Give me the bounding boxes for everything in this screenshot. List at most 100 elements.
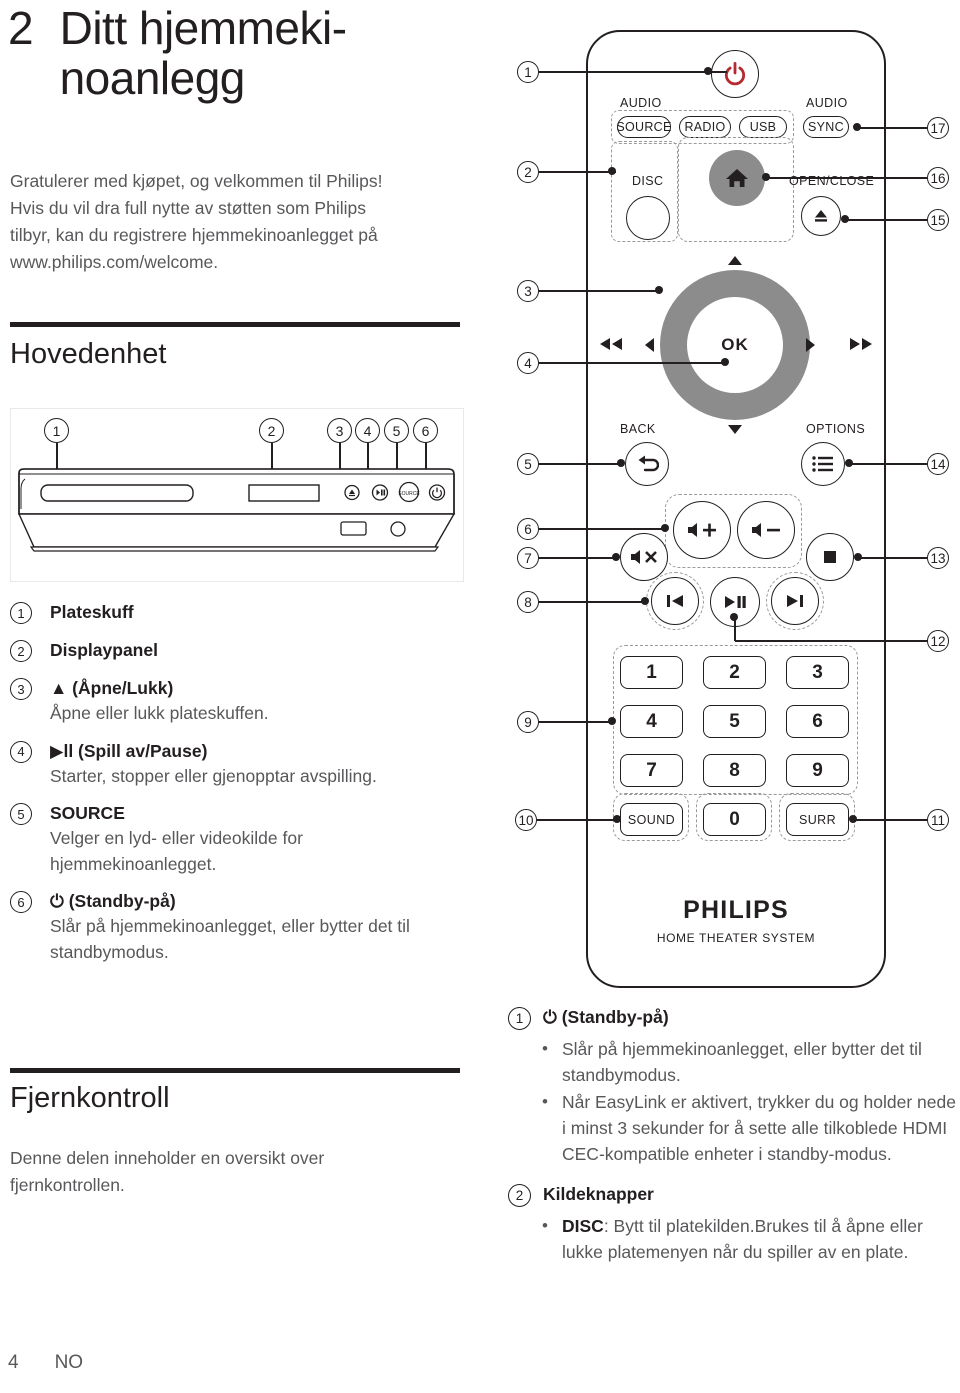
callout-dot-remote-3 xyxy=(655,286,663,294)
bullet-text: DISC: Bytt til platekilden.Brukes til å … xyxy=(562,1213,958,1265)
remote-volume-down-button[interactable] xyxy=(737,501,795,559)
callout-line-remote-15 xyxy=(845,219,927,221)
remote-key-3[interactable]: 3 xyxy=(786,656,849,689)
callout-dot-remote-13 xyxy=(854,553,862,561)
remote-stop-button[interactable] xyxy=(806,533,854,581)
list-number: 3 xyxy=(10,678,32,700)
remote-mute-button[interactable] xyxy=(620,533,668,581)
list-item: 2 Displaypanel xyxy=(10,638,462,664)
callout-dot-remote-1 xyxy=(704,67,712,75)
remote-home-button[interactable] xyxy=(709,150,765,206)
next-track-icon xyxy=(787,595,803,607)
callout-dot-remote-7 xyxy=(612,553,620,561)
chapter-heading: 2 Ditt hjemmeki-noanlegg xyxy=(8,3,478,103)
rewind-icon[interactable] xyxy=(598,336,624,352)
back-label: BACK xyxy=(620,422,656,436)
remote-key-8[interactable]: 8 xyxy=(703,754,766,787)
callout-remote-8: 8 xyxy=(517,591,539,613)
feature-title: ⏻ (Standby-på) xyxy=(50,891,176,911)
arrow-up-icon[interactable] xyxy=(728,256,742,265)
remote-radio-button[interactable]: RADIO xyxy=(679,116,731,138)
sub-bullet: • DISC: Bytt til platekilden.Brukes til … xyxy=(542,1213,958,1265)
back-arrow-icon xyxy=(638,455,659,472)
volume-up-icon xyxy=(688,523,716,537)
callout-line-remote-11 xyxy=(853,819,927,821)
list-number: 1 xyxy=(10,602,32,624)
callout-line-remote-10 xyxy=(537,819,617,821)
heading-remote: Fjernkontroll xyxy=(10,1082,170,1114)
remote-source-button[interactable]: SOURCE xyxy=(616,116,671,138)
list-number: 4 xyxy=(10,740,32,763)
language-code: NO xyxy=(54,1352,84,1373)
stop-icon xyxy=(824,551,836,563)
feature-title: Plateskuff xyxy=(50,602,134,622)
remote-usb-button[interactable]: USB xyxy=(739,116,787,138)
philips-logo: PHILIPS xyxy=(683,896,789,924)
callout-line-remote-3 xyxy=(539,290,661,292)
remote-key-1[interactable]: 1 xyxy=(620,656,683,689)
feature-desc: Slår på hjemmekinoanlegget, eller bytter… xyxy=(50,916,410,962)
remote-options-button[interactable] xyxy=(801,442,845,486)
callout-remote-7: 7 xyxy=(517,547,539,569)
callout-remote-10: 10 xyxy=(515,809,537,831)
callout-remote-5: 5 xyxy=(517,453,539,475)
remote-power-button[interactable] xyxy=(711,50,759,98)
page-footer: 4 NO xyxy=(8,1352,83,1374)
feature-title: Kildeknapper xyxy=(543,1184,654,1204)
remote-disc-button[interactable] xyxy=(626,196,670,240)
manual-page: 2 Ditt hjemmeki-noanlegg Gratulerer med … xyxy=(0,0,960,1393)
volume-down-icon xyxy=(752,523,780,537)
sub-bullet: • Slår på hjemmekinoanlegget, eller bytt… xyxy=(542,1036,958,1088)
feature-title: ⏻ (Standby-på) xyxy=(543,1007,669,1027)
arrow-down-icon[interactable] xyxy=(728,425,742,434)
heading-main-unit: Hovedenhet xyxy=(10,338,167,370)
intro-paragraph: Gratulerer med kjøpet, og velkommen til … xyxy=(10,171,383,272)
remote-eject-button[interactable] xyxy=(801,196,841,236)
remote-back-button[interactable] xyxy=(625,442,669,486)
callout-line-remote-4 xyxy=(539,362,726,364)
standby-power-icon xyxy=(724,61,746,86)
callout-dot-remote-11 xyxy=(849,815,857,823)
remote-key-6[interactable]: 6 xyxy=(786,705,849,738)
callout-line-remote-7 xyxy=(539,557,616,559)
callout-dot-remote-5 xyxy=(617,459,625,467)
callout-dot-remote-10 xyxy=(613,815,621,823)
remote-key-9[interactable]: 9 xyxy=(786,754,849,787)
list-item: 3 ▲ (Åpne/Lukk) Åpne eller lukk platesku… xyxy=(10,676,462,727)
bullet-text: Slår på hjemmekinoanlegget, eller bytter… xyxy=(562,1039,922,1085)
remote-ok-button[interactable]: OK xyxy=(687,297,783,393)
fast-forward-icon[interactable] xyxy=(848,336,874,352)
bullet-dot: • xyxy=(542,1216,548,1235)
callout-line-remote-14 xyxy=(849,463,927,465)
arrow-left-icon[interactable] xyxy=(645,338,654,352)
remote-next-button[interactable] xyxy=(771,577,819,625)
disc-keyword: DISC xyxy=(562,1216,604,1236)
remote-sound-button[interactable]: SOUND xyxy=(620,803,683,836)
remote-key-0[interactable]: 0 xyxy=(703,803,766,836)
callout-dot-remote-14 xyxy=(845,459,853,467)
remote-feature-list: 1 ⏻ (Standby-på) • Slår på hjemmekinoanl… xyxy=(508,1004,958,1265)
remote-key-2[interactable]: 2 xyxy=(703,656,766,689)
callout-dot-remote-16 xyxy=(762,173,770,181)
callout-dot-remote-8 xyxy=(641,597,649,605)
bullet-dot: • xyxy=(542,1039,548,1058)
audio-label-right: AUDIO xyxy=(806,96,848,110)
list-item: 4 ▶ll (Spill av/Pause) Starter, stopper … xyxy=(10,739,462,790)
list-number: 2 xyxy=(10,640,32,662)
callout-remote-13: 13 xyxy=(927,547,949,569)
remote-audio-sync-button[interactable]: SYNC xyxy=(803,116,849,138)
options-label: OPTIONS xyxy=(806,422,866,436)
list-item: 6 ⏻ (Standby-på) Slår på hjemmekinoanleg… xyxy=(10,889,462,965)
remote-surr-button[interactable]: SURR xyxy=(786,803,849,836)
remote-volume-up-button[interactable] xyxy=(673,501,731,559)
remote-previous-button[interactable] xyxy=(651,577,699,625)
remote-key-5[interactable]: 5 xyxy=(703,705,766,738)
callout-remote-11: 11 xyxy=(927,809,949,831)
audio-label-left: AUDIO xyxy=(620,96,662,110)
remote-key-7[interactable]: 7 xyxy=(620,754,683,787)
callout-line-remote-9 xyxy=(539,721,612,723)
feature-title: ▲ (Åpne/Lukk) xyxy=(50,678,174,698)
list-marker: 3 xyxy=(10,676,36,702)
arrow-right-icon[interactable] xyxy=(806,338,815,352)
remote-key-4[interactable]: 4 xyxy=(620,705,683,738)
